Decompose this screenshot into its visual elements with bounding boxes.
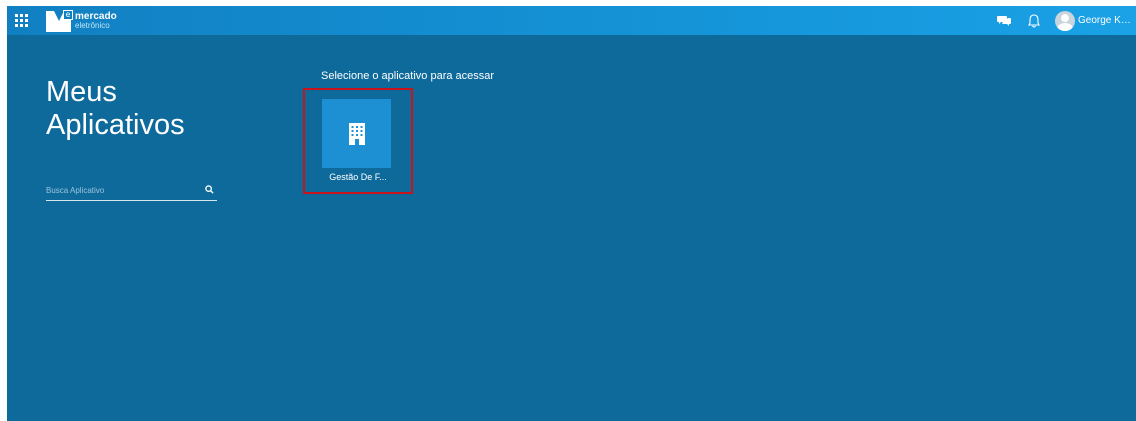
logo-text-line2: eletrônico xyxy=(75,21,110,30)
page-title: Meus Aplicativos xyxy=(46,76,266,142)
top-bar: e mercado eletrônico George Kan xyxy=(7,6,1136,35)
page-title-line1: Meus xyxy=(46,76,117,108)
search-field xyxy=(46,182,217,201)
logo-mark: e xyxy=(46,9,73,32)
app-tile-icon-box[interactable] xyxy=(322,99,391,168)
apps-grid-icon[interactable] xyxy=(15,14,28,27)
building-icon xyxy=(348,122,365,145)
search-icon[interactable] xyxy=(205,185,214,194)
page-title-line2: Aplicativos xyxy=(46,109,185,141)
search-input[interactable] xyxy=(46,182,196,198)
bell-icon[interactable] xyxy=(1025,12,1043,30)
logo-text: mercado eletrônico xyxy=(75,11,117,31)
topbar-actions: George Kanomat... xyxy=(995,6,1136,35)
app-tile-label[interactable]: Gestão De F... xyxy=(305,172,411,182)
app-tile-gestao[interactable]: Gestão De F... xyxy=(303,88,413,194)
user-name[interactable]: George Kanomat... xyxy=(1078,15,1136,26)
app-window: e mercado eletrônico George Kan Meus Apl… xyxy=(7,6,1136,421)
chat-icon[interactable] xyxy=(995,12,1013,30)
logo-text-line1: mercado xyxy=(75,11,117,22)
select-app-prompt: Selecione o aplicativo para acessar xyxy=(321,70,495,82)
mercado-eletronico-logo[interactable]: e mercado eletrônico xyxy=(46,9,117,32)
user-avatar[interactable] xyxy=(1055,10,1075,31)
